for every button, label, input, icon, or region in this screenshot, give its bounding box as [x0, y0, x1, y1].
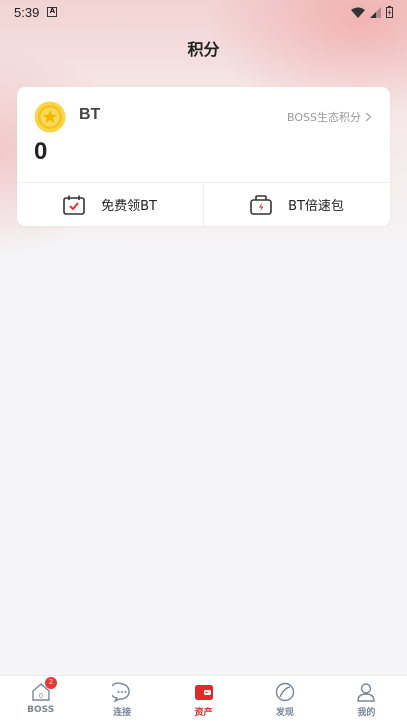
tab-label: 资产 — [194, 708, 213, 718]
eco-points-link[interactable]: BOSS生态积分 — [287, 109, 372, 125]
points-card: BT BOSS生态积分 0 免费领BT BT倍速包 — [17, 87, 390, 226]
profile-icon — [357, 683, 376, 702]
battery-icon — [386, 6, 393, 18]
wallet-icon — [194, 685, 213, 700]
chat-icon — [112, 682, 130, 702]
tab-label: 连接 — [113, 708, 132, 718]
tab-assets[interactable]: 资产 — [163, 676, 244, 725]
points-balance: 0 — [34, 138, 48, 165]
page-title: 积分 — [187, 40, 220, 59]
tab-label: 我的 — [357, 708, 376, 718]
svg-text:0: 0 — [39, 693, 43, 700]
chevron-right-icon — [365, 112, 372, 122]
eco-points-label: BOSS生态积分 — [287, 111, 361, 124]
wifi-icon — [351, 7, 365, 18]
speed-pack-icon — [250, 194, 272, 215]
status-bar: 5:39 A — [0, 0, 407, 24]
unread-badge: 2 — [45, 677, 57, 689]
free-claim-bt-label: 免费领BT — [101, 199, 157, 214]
compass-icon — [275, 682, 295, 702]
status-icons — [351, 6, 393, 18]
free-claim-bt-button[interactable]: 免费领BT — [17, 183, 203, 226]
bt-speed-pack-button[interactable]: BT倍速包 — [204, 183, 390, 226]
tab-connect[interactable]: 连接 — [81, 676, 162, 725]
coin-icon — [34, 101, 66, 133]
notification-a-icon: A — [47, 7, 58, 17]
calendar-check-icon — [63, 195, 85, 215]
token-name: BT — [79, 106, 101, 123]
bottom-tab-bar: 0 2 BOSS 连接 资产 发现 我的 — [0, 675, 407, 725]
bt-speed-pack-label: BT倍速包 — [288, 199, 344, 214]
tab-label: BOSS — [27, 705, 55, 715]
tab-mine[interactable]: 我的 — [326, 676, 407, 725]
status-time: 5:39 — [14, 4, 40, 20]
tab-discover[interactable]: 发现 — [244, 676, 325, 725]
signal-icon — [370, 6, 381, 18]
tab-label: 发现 — [275, 708, 294, 718]
tab-boss[interactable]: 0 2 BOSS — [0, 676, 81, 725]
